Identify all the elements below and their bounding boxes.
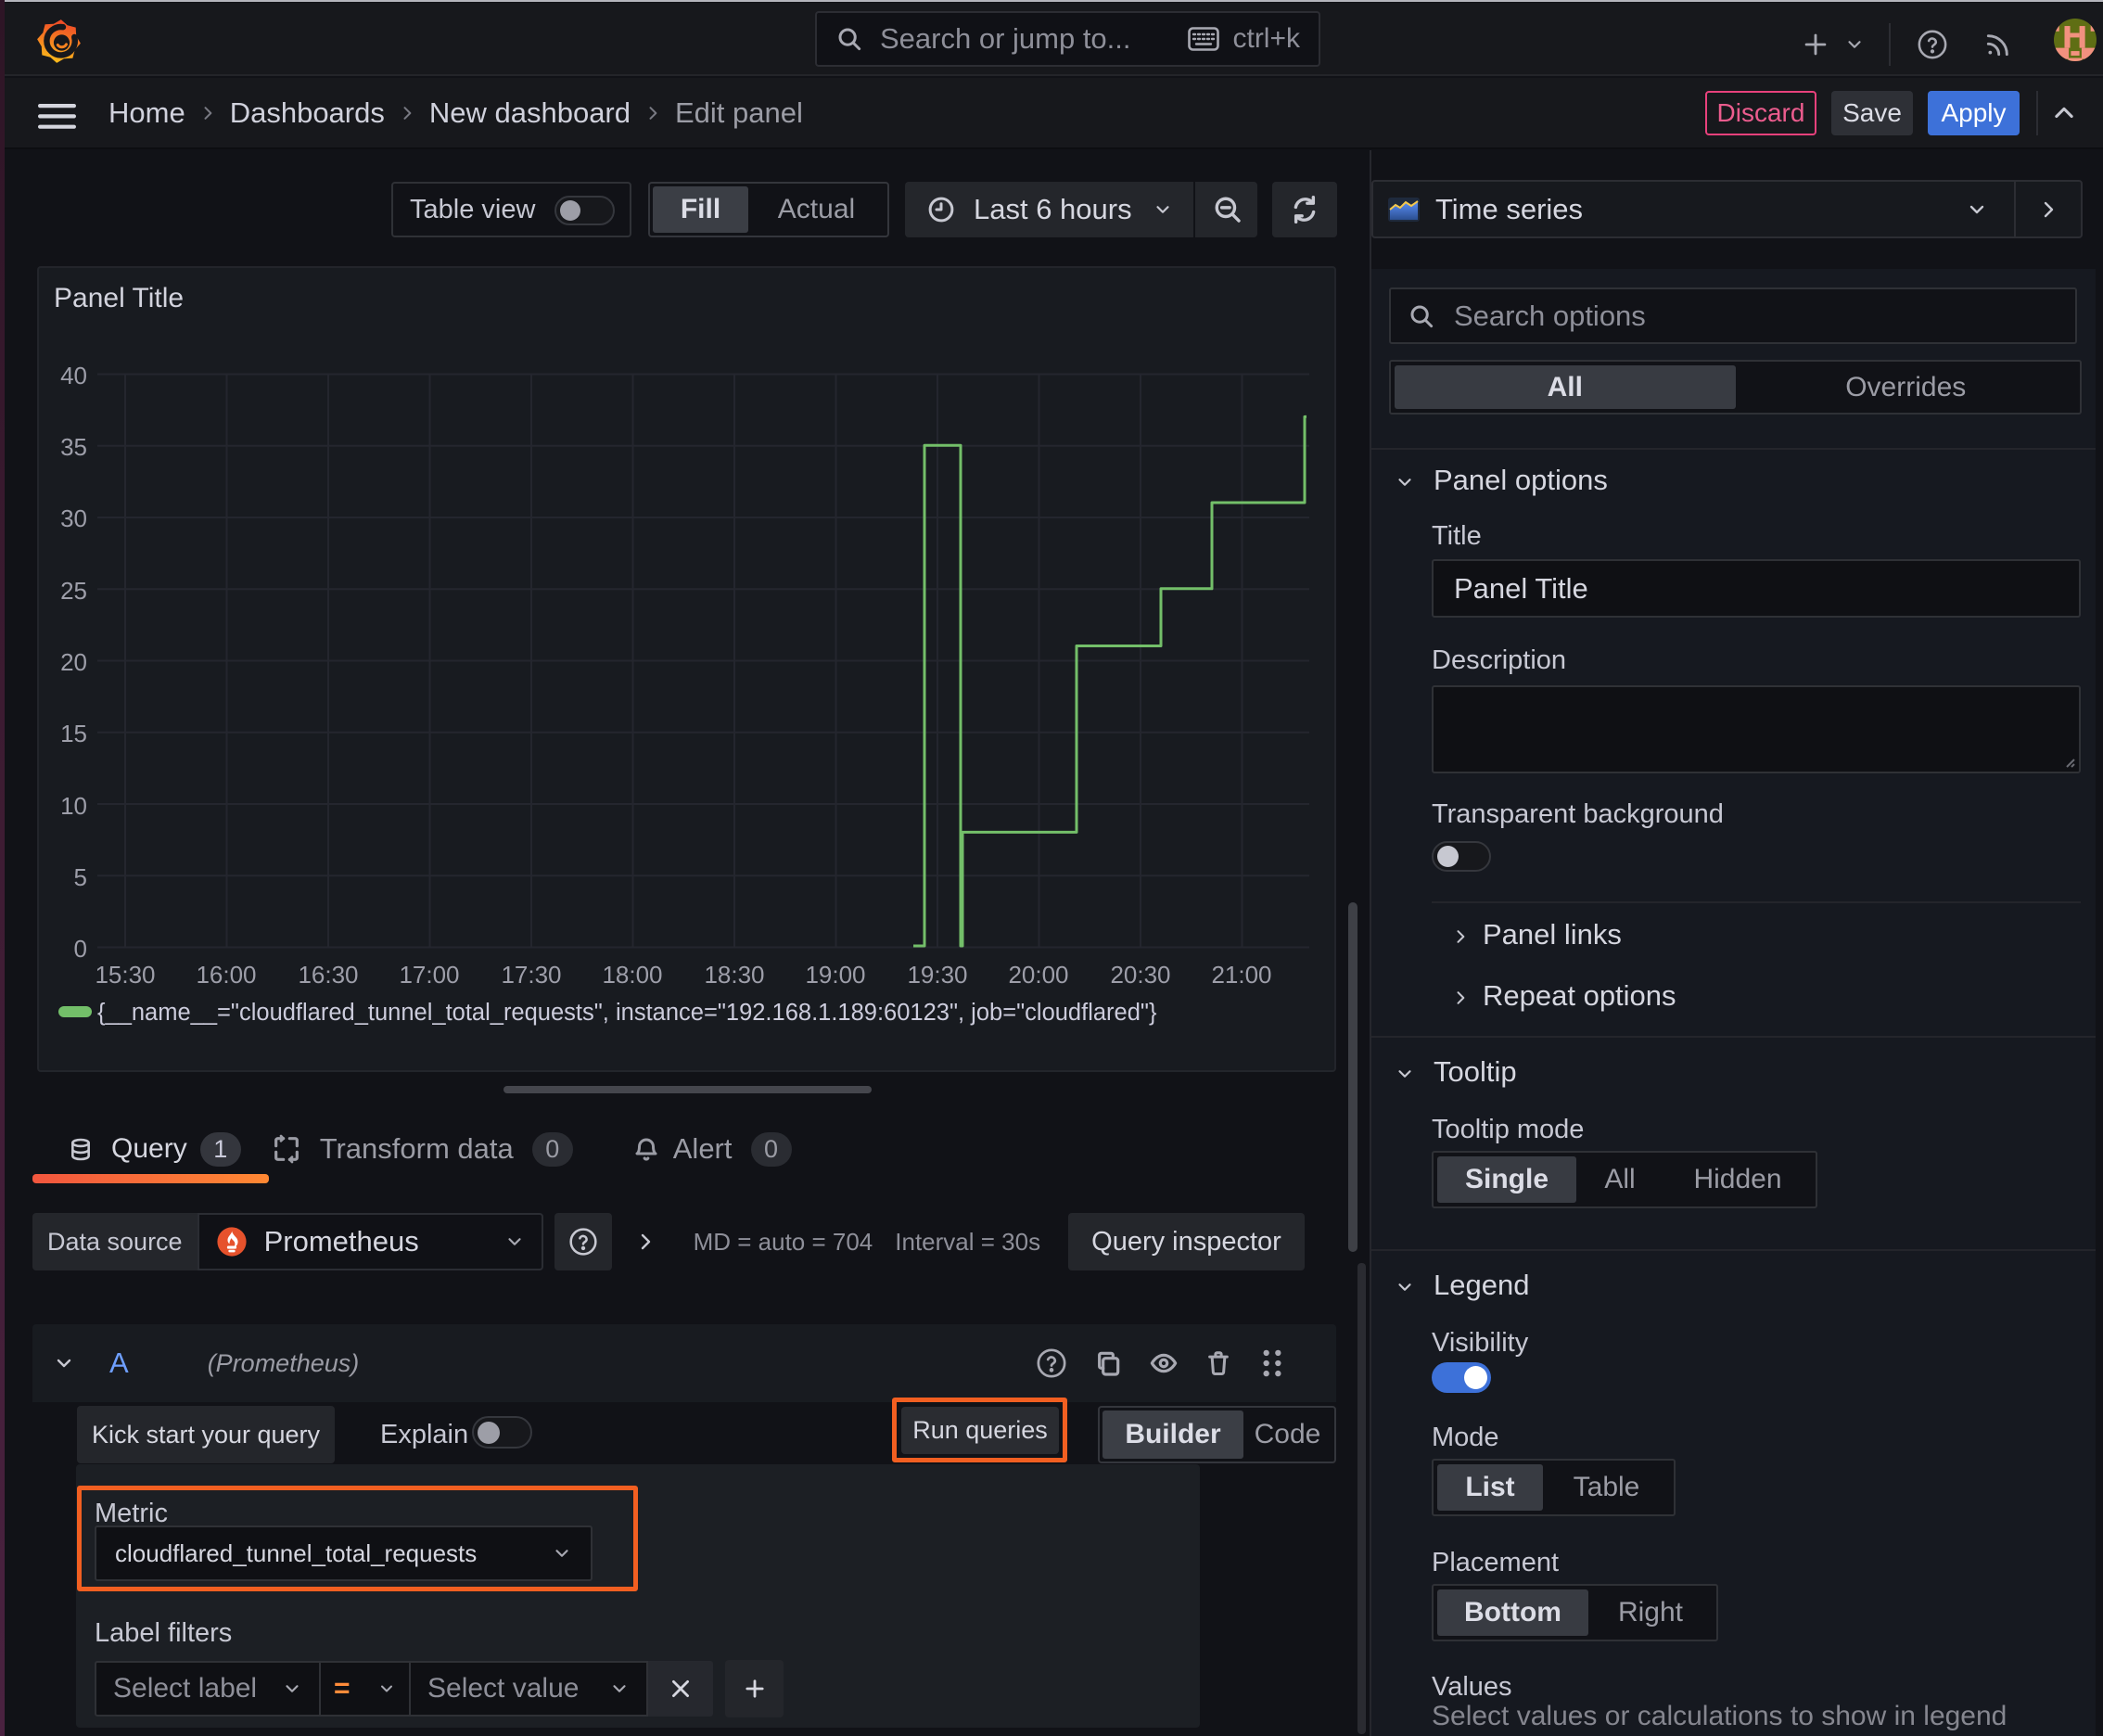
svg-text:18:30: 18:30 (704, 961, 764, 989)
svg-text:15: 15 (60, 720, 87, 747)
svg-text:30: 30 (60, 504, 87, 532)
svg-text:16:00: 16:00 (196, 961, 256, 989)
svg-text:19:00: 19:00 (805, 961, 865, 989)
svg-text:35: 35 (60, 433, 87, 461)
svg-text:16:30: 16:30 (298, 961, 358, 989)
svg-text:20:00: 20:00 (1008, 961, 1068, 989)
svg-text:40: 40 (60, 362, 87, 389)
svg-text:17:30: 17:30 (501, 961, 561, 989)
svg-text:21:00: 21:00 (1211, 961, 1271, 989)
svg-text:18:00: 18:00 (602, 961, 662, 989)
svg-text:17:00: 17:00 (399, 961, 459, 989)
svg-text:20:30: 20:30 (1110, 961, 1170, 989)
svg-text:25: 25 (60, 577, 87, 605)
svg-text:15:30: 15:30 (95, 961, 155, 989)
svg-text:19:30: 19:30 (907, 961, 967, 989)
svg-text:10: 10 (60, 792, 87, 820)
svg-text:0: 0 (74, 935, 87, 963)
svg-text:5: 5 (74, 863, 87, 891)
svg-text:{__name__="cloudflared_tunnel_: {__name__="cloudflared_tunnel_total_requ… (97, 1000, 1157, 1026)
svg-text:20: 20 (60, 648, 87, 676)
